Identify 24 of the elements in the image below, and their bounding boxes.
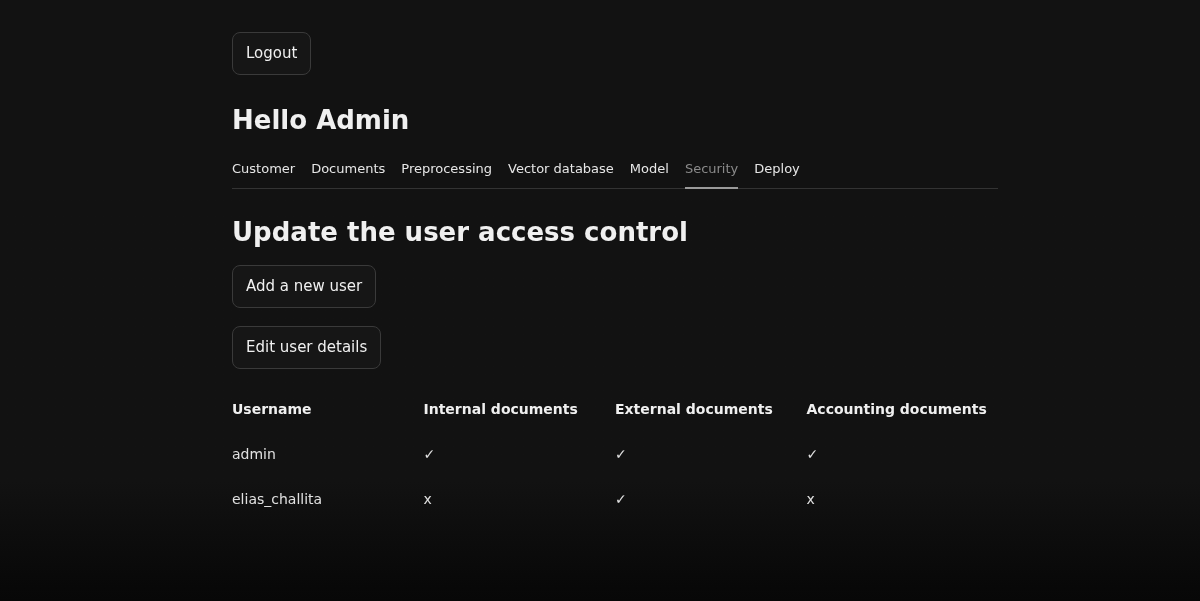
tab[interactable]: Model <box>629 159 669 189</box>
column-header: Accounting documents <box>806 399 988 419</box>
column-header: Internal documents <box>423 399 579 419</box>
action-button[interactable]: Edit user details <box>232 325 382 369</box>
table-cell-text: x <box>423 489 433 509</box>
tab[interactable]: Security <box>684 159 739 189</box>
table-cell-text: x <box>806 489 816 509</box>
table-cell: elias_challita <box>232 476 424 522</box>
logout-button[interactable]: Logout <box>232 32 312 75</box>
tab[interactable]: Deploy <box>754 159 800 189</box>
table-cell-text: ✓ <box>615 444 628 464</box>
table-cell-text: ✓ <box>806 444 820 464</box>
table-cell-text: ✓ <box>423 444 437 464</box>
section-title: Update the user access control <box>232 215 688 249</box>
column-header: Username <box>232 386 424 432</box>
column-header: External documents <box>615 386 807 432</box>
table-cell-text: admin <box>232 444 277 464</box>
tab[interactable]: Vector database <box>508 159 614 189</box>
page-heading: Hello Admin <box>232 104 410 137</box>
action-button[interactable]: Add a new user <box>232 264 377 308</box>
tab[interactable]: Customer <box>232 159 296 189</box>
tab[interactable]: Preprocessing <box>401 159 492 189</box>
tab[interactable]: Documents <box>311 159 386 189</box>
table-cell-text: ✓ <box>615 489 628 509</box>
